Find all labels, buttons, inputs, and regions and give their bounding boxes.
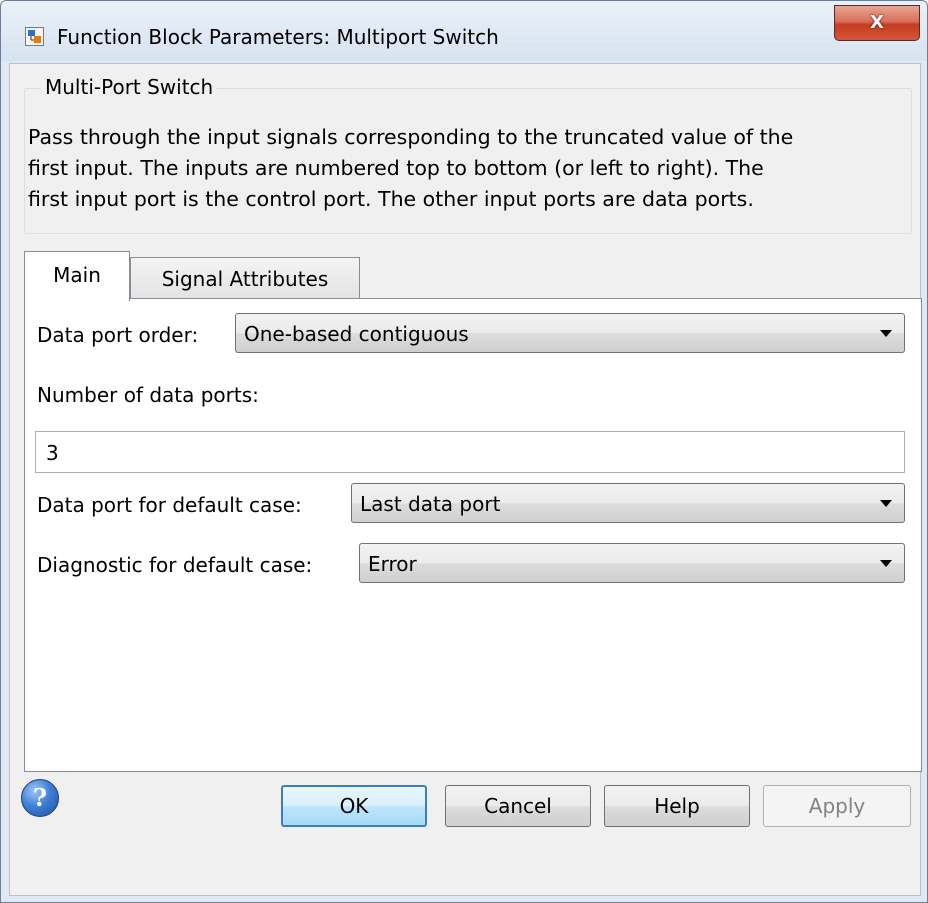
window-title: Function Block Parameters: Multiport Swi…	[57, 25, 499, 49]
default-case-diagnostic-dropdown[interactable]: Error	[359, 543, 905, 583]
tab-signal-attributes[interactable]: Signal Attributes	[130, 257, 360, 299]
data-port-order-label: Data port order:	[37, 323, 199, 347]
chevron-down-icon	[880, 500, 892, 507]
close-button[interactable]: X	[834, 5, 920, 41]
cancel-button[interactable]: Cancel	[445, 785, 591, 827]
block-description: Pass through the input signals correspon…	[28, 122, 904, 215]
main-tab-panel: Data port order: One-based contiguous Nu…	[24, 298, 922, 772]
title-bar[interactable]: Function Block Parameters: Multiport Swi…	[1, 1, 927, 61]
data-port-order-value: One-based contiguous	[244, 322, 469, 346]
default-case-port-dropdown[interactable]: Last data port	[351, 483, 905, 523]
default-case-diagnostic-value: Error	[368, 552, 417, 576]
default-case-port-label: Data port for default case:	[37, 493, 302, 517]
tab-main[interactable]: Main	[24, 251, 130, 301]
group-title: Multi-Port Switch	[41, 75, 218, 99]
default-case-port-value: Last data port	[360, 492, 501, 516]
help-icon[interactable]: ?	[21, 779, 59, 817]
dialog-window: Function Block Parameters: Multiport Swi…	[0, 0, 928, 903]
description-line: first input port is the control port. Th…	[28, 187, 754, 211]
num-data-ports-field[interactable]: 3	[35, 431, 905, 473]
ok-button[interactable]: OK	[281, 785, 427, 827]
default-case-diagnostic-label: Diagnostic for default case:	[37, 553, 313, 577]
chevron-down-icon	[880, 330, 892, 337]
description-line: first input. The inputs are numbered top…	[28, 156, 764, 180]
simulink-block-icon	[25, 27, 44, 46]
help-button[interactable]: Help	[604, 785, 750, 827]
description-line: Pass through the input signals correspon…	[28, 125, 794, 149]
num-data-ports-value: 3	[46, 441, 59, 465]
apply-button[interactable]: Apply	[763, 785, 911, 827]
chevron-down-icon	[880, 560, 892, 567]
num-data-ports-label: Number of data ports:	[37, 383, 259, 407]
dialog-client-area: Multi-Port Switch Pass through the input…	[9, 63, 922, 896]
data-port-order-dropdown[interactable]: One-based contiguous	[235, 313, 905, 353]
